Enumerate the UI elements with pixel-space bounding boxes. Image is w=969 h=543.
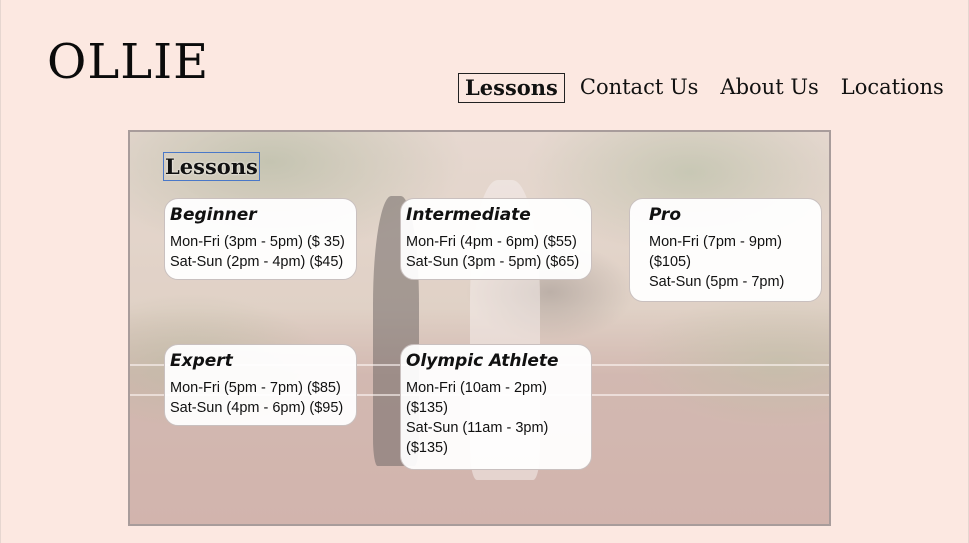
- lesson-schedule-line: ($135): [406, 400, 448, 417]
- lesson-schedule-line: ($105): [649, 254, 691, 271]
- lesson-schedule-line: Mon-Fri (3pm - 5pm) ($ 35): [170, 234, 345, 251]
- lesson-card-expert[interactable]: Expert Mon-Fri (5pm - 7pm) ($85) Sat-Sun…: [164, 344, 357, 426]
- lesson-card-intermediate[interactable]: Intermediate Mon-Fri (4pm - 6pm) ($55) S…: [400, 198, 592, 280]
- lesson-schedule-line: Mon-Fri (4pm - 6pm) ($55): [406, 234, 577, 251]
- lesson-card-title: Pro: [649, 205, 681, 225]
- lesson-schedule-line: Sat-Sun (3pm - 5pm) ($65): [406, 254, 580, 271]
- lesson-card-title: Olympic Athlete: [406, 351, 559, 371]
- lesson-schedule-line: Mon-Fri (7pm - 9pm): [649, 234, 782, 251]
- lesson-card-title: Beginner: [170, 205, 257, 225]
- lesson-card-beginner[interactable]: Beginner Mon-Fri (3pm - 5pm) ($ 35) Sat-…: [164, 198, 357, 280]
- nav-item-lessons[interactable]: Lessons: [458, 73, 565, 104]
- lesson-card-title: Intermediate: [406, 205, 531, 225]
- nav-item-about-us[interactable]: About Us: [713, 73, 825, 103]
- lesson-schedule-line: Sat-Sun (5pm - 7pm): [649, 274, 785, 291]
- main-nav: Lessons Contact Us About Us Locations: [458, 73, 951, 104]
- lessons-hero-panel: Lessons Beginner Mon-Fri (3pm - 5pm) ($ …: [128, 130, 831, 526]
- lesson-card-olympic-athlete[interactable]: Olympic Athlete Mon-Fri (10am - 2pm) ($1…: [400, 344, 592, 470]
- lesson-schedule-line: Sat-Sun (4pm - 6pm) ($95): [170, 400, 344, 417]
- lesson-schedule-line: Sat-Sun (11am - 3pm): [406, 420, 549, 437]
- nav-item-locations[interactable]: Locations: [834, 73, 951, 103]
- lesson-card-title: Expert: [170, 351, 233, 371]
- nav-item-contact-us[interactable]: Contact Us: [573, 73, 706, 103]
- lesson-schedule-line: Sat-Sun (2pm - 4pm) ($45): [170, 254, 344, 271]
- lesson-schedule-line: Mon-Fri (10am - 2pm): [406, 380, 547, 397]
- section-title: Lessons: [163, 152, 260, 182]
- brand-logo: OLLIE: [47, 34, 210, 90]
- lesson-schedule-line: ($135): [406, 440, 448, 457]
- lesson-schedule-line: Mon-Fri (5pm - 7pm) ($85): [170, 380, 341, 397]
- lesson-card-pro[interactable]: Pro Mon-Fri (7pm - 9pm) ($105) Sat-Sun (…: [629, 198, 822, 302]
